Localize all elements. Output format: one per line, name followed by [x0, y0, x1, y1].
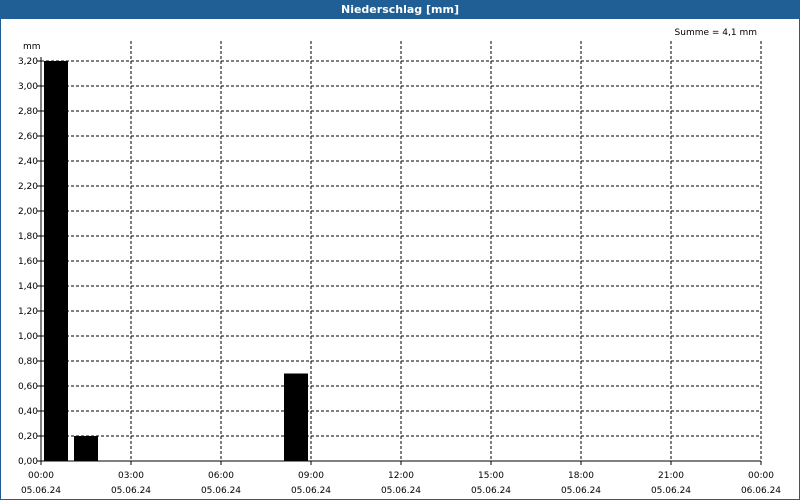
sum-label: Summe = 4,1 mm [675, 28, 757, 38]
y-tick-label: 0,40 [18, 407, 38, 417]
x-tick-labels: 00:00 05.06.24 03:00 05.06.24 06:00 05.06.24 0… [21, 471, 781, 496]
x-tick-time-label: 03:00 [118, 471, 144, 481]
x-tick-time-label: 00:00 [28, 471, 54, 481]
x-tick-date-label: 05.06.24 [201, 486, 241, 496]
y-tick-label: 1,80 [18, 232, 38, 242]
precipitation-bar [44, 61, 68, 461]
y-tick-labels: 0,00 0,20 0,40 0,60 0,80 1,00 1,20 1,40 1,60 1,80… [18, 57, 38, 467]
y-tick-label: 0,60 [18, 382, 38, 392]
y-tick-label: 2,40 [18, 157, 38, 167]
precipitation-chart: Summe = 4,1 mm mm 0,00 0,20 0,40 0,60 0,80 1,… [18, 28, 781, 496]
x-tick-time-label: 09:00 [298, 471, 324, 481]
y-tick-label: 1,20 [18, 307, 38, 317]
y-tick-label: 1,00 [18, 332, 38, 342]
x-tick-date-label: 05.06.24 [291, 486, 331, 496]
x-tick-time-label: 12:00 [388, 471, 414, 481]
x-tick-date-label: 06.06.24 [741, 486, 781, 496]
chart-window: Niederschlag [mm] Summe = 4,1 mm mm 0,00… [0, 0, 800, 500]
x-tick-date-label: 05.06.24 [381, 486, 421, 496]
y-tick-label: 2,20 [18, 182, 38, 192]
y-tick-label: 3,20 [18, 57, 38, 67]
y-tick-label: 1,60 [18, 257, 38, 267]
y-tick-label: 1,40 [18, 282, 38, 292]
x-tick-date-label: 05.06.24 [561, 486, 601, 496]
y-tick-label: 2,60 [18, 132, 38, 142]
y-tick-label: 2,00 [18, 207, 38, 217]
x-tick-time-label: 15:00 [478, 471, 504, 481]
precipitation-bar [284, 373, 308, 461]
x-tick-date-label: 05.06.24 [471, 486, 511, 496]
y-axis-unit: mm [23, 42, 41, 52]
y-tick-label: 3,00 [18, 82, 38, 92]
grid-lines [41, 41, 762, 461]
x-tick-date-label: 05.06.24 [651, 486, 691, 496]
y-tick-label: 2,80 [18, 107, 38, 117]
x-tick-time-label: 18:00 [568, 471, 594, 481]
y-tick-label: 0,80 [18, 357, 38, 367]
y-tick-label: 0,00 [18, 457, 38, 467]
x-tick-date-label: 05.06.24 [21, 486, 61, 496]
precipitation-bar [74, 436, 98, 461]
x-tick-time-label: 06:00 [208, 471, 234, 481]
x-tick-date-label: 05.06.24 [111, 486, 151, 496]
y-tick-label: 0,20 [18, 432, 38, 442]
x-tick-time-label: 21:00 [658, 471, 684, 481]
x-tick-time-label: 00:00 [748, 471, 774, 481]
